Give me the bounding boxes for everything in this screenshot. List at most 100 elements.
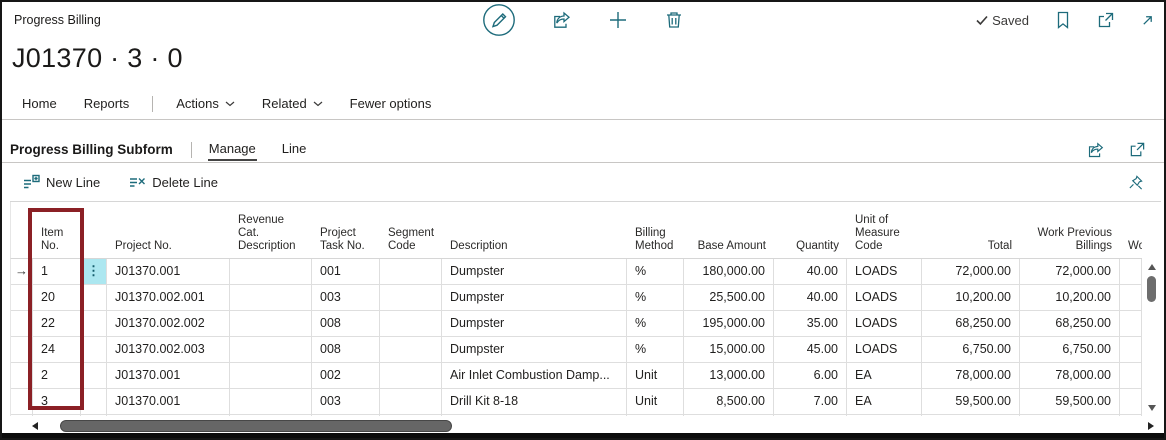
cell-task_no[interactable]: 002 bbox=[312, 363, 380, 388]
cell-description[interactable]: Dumpster bbox=[442, 259, 627, 284]
row-options-cell[interactable] bbox=[81, 311, 107, 336]
cell-revenue_cat[interactable] bbox=[230, 285, 312, 310]
row-selector-cell[interactable] bbox=[11, 311, 33, 336]
column-header-item_no[interactable]: Item No. bbox=[33, 227, 81, 258]
open-in-window-icon[interactable] bbox=[1097, 11, 1115, 29]
cell-method[interactable]: Unit bbox=[627, 389, 684, 414]
column-header-base_amount[interactable]: Base Amount bbox=[684, 240, 774, 258]
cell-task_no[interactable]: 003 bbox=[312, 285, 380, 310]
cell-description[interactable]: Dumpster bbox=[442, 337, 627, 362]
row-selector-cell[interactable] bbox=[11, 285, 33, 310]
cell-work_prev[interactable]: 59,500.00 bbox=[1020, 389, 1120, 414]
cell-item_no[interactable]: 3 bbox=[33, 389, 81, 414]
menu-item-home[interactable]: Home bbox=[22, 96, 57, 111]
share-icon[interactable] bbox=[1087, 141, 1105, 159]
cell-base_amount[interactable]: 25,500.00 bbox=[684, 285, 774, 310]
cell-stub[interactable] bbox=[1120, 415, 1142, 416]
row-options-cell[interactable] bbox=[81, 415, 107, 416]
cell-uom[interactable]: EA bbox=[847, 389, 922, 414]
cell-project_no[interactable]: J01370.002.001 bbox=[107, 285, 230, 310]
cell-segment[interactable] bbox=[380, 415, 442, 416]
row-selector-cell[interactable]: → bbox=[11, 259, 33, 284]
delete-icon[interactable] bbox=[664, 10, 684, 30]
cell-total[interactable]: 72,000.00 bbox=[922, 259, 1020, 284]
cell-quantity[interactable]: 5.00 bbox=[774, 415, 847, 416]
menu-item-reports[interactable]: Reports bbox=[84, 96, 130, 111]
cell-uom[interactable]: EA bbox=[847, 363, 922, 388]
cell-work_prev[interactable]: 78,000.00 bbox=[1020, 363, 1120, 388]
cell-quantity[interactable]: 6.00 bbox=[774, 363, 847, 388]
cell-total[interactable]: 78,000.00 bbox=[922, 363, 1020, 388]
cell-base_amount[interactable]: 195,000.00 bbox=[684, 311, 774, 336]
column-header-opt[interactable] bbox=[81, 253, 107, 258]
cell-uom[interactable]: LOADS bbox=[847, 311, 922, 336]
menu-item-actions[interactable]: Actions bbox=[176, 96, 235, 111]
column-header-project_no[interactable]: Project No. bbox=[107, 240, 230, 258]
cell-base_amount[interactable]: 15,000.00 bbox=[684, 337, 774, 362]
column-header-work_prev[interactable]: Work Previous Billings bbox=[1020, 227, 1120, 258]
scroll-right-icon[interactable] bbox=[1148, 422, 1154, 430]
tab-line[interactable]: Line bbox=[281, 138, 308, 161]
cell-item_no[interactable]: 13 bbox=[33, 415, 81, 416]
cell-total[interactable]: 6,750.00 bbox=[922, 337, 1020, 362]
cell-method[interactable]: % bbox=[627, 337, 684, 362]
cell-method[interactable]: Unit bbox=[627, 415, 684, 416]
cell-description[interactable]: Air Inlet Combustion Damp... bbox=[442, 363, 627, 388]
cell-project_no[interactable]: J01370.002.002 bbox=[107, 311, 230, 336]
cell-method[interactable]: % bbox=[627, 311, 684, 336]
cell-stub[interactable] bbox=[1120, 337, 1142, 362]
column-header-total[interactable]: Total bbox=[922, 240, 1020, 258]
cell-quantity[interactable]: 35.00 bbox=[774, 311, 847, 336]
cell-work_prev[interactable]: 72,000.00 bbox=[1020, 259, 1120, 284]
menu-item-related[interactable]: Related bbox=[262, 96, 323, 111]
cell-total[interactable]: 59,500.00 bbox=[922, 389, 1020, 414]
share-icon[interactable] bbox=[552, 10, 572, 30]
cell-work_prev[interactable]: 6,750.00 bbox=[1020, 337, 1120, 362]
row-selector-cell[interactable] bbox=[11, 337, 33, 362]
column-header-sel[interactable] bbox=[11, 253, 33, 258]
horizontal-scrollbar-track[interactable] bbox=[46, 419, 1140, 433]
cell-total[interactable]: 68,250.00 bbox=[922, 311, 1020, 336]
cell-project_no[interactable]: J01370.002.003 bbox=[107, 337, 230, 362]
column-header-revenue_cat[interactable]: Revenue Cat. Description bbox=[230, 214, 312, 258]
column-header-stub[interactable]: Wor bbox=[1120, 240, 1142, 258]
cell-work_prev[interactable]: 10,200.00 bbox=[1020, 285, 1120, 310]
edit-icon[interactable] bbox=[482, 3, 516, 37]
cell-item_no[interactable]: 20 bbox=[33, 285, 81, 310]
cell-uom[interactable]: LOADS bbox=[847, 285, 922, 310]
menu-item-fewer-options[interactable]: Fewer options bbox=[350, 96, 432, 111]
column-header-quantity[interactable]: Quantity bbox=[774, 240, 847, 258]
row-options-cell[interactable] bbox=[81, 363, 107, 388]
cell-revenue_cat[interactable] bbox=[230, 259, 312, 284]
column-header-task_no[interactable]: Project Task No. bbox=[312, 227, 380, 258]
column-header-method[interactable]: Billing Method bbox=[627, 227, 684, 258]
scroll-down-icon[interactable] bbox=[1148, 405, 1156, 411]
cell-method[interactable]: % bbox=[627, 285, 684, 310]
cell-stub[interactable] bbox=[1120, 311, 1142, 336]
cell-segment[interactable] bbox=[380, 259, 442, 284]
expand-header-icon[interactable] bbox=[1141, 14, 1154, 27]
cell-revenue_cat[interactable] bbox=[230, 311, 312, 336]
cell-uom[interactable]: EA bbox=[847, 415, 922, 416]
cell-base_amount[interactable]: 13,000.00 bbox=[684, 363, 774, 388]
horizontal-scrollbar-thumb[interactable] bbox=[60, 420, 452, 432]
row-options-cell[interactable] bbox=[81, 285, 107, 310]
cell-segment[interactable] bbox=[380, 363, 442, 388]
cell-base_amount[interactable]: 8,500.00 bbox=[684, 389, 774, 414]
cell-description[interactable]: Dumpster bbox=[442, 311, 627, 336]
cell-stub[interactable] bbox=[1120, 285, 1142, 310]
cell-segment[interactable] bbox=[380, 311, 442, 336]
cell-task_no[interactable]: 003 bbox=[312, 415, 380, 416]
cell-revenue_cat[interactable] bbox=[230, 415, 312, 416]
row-options-cell[interactable] bbox=[81, 389, 107, 414]
cell-revenue_cat[interactable] bbox=[230, 363, 312, 388]
column-header-description[interactable]: Description bbox=[442, 240, 627, 258]
scroll-up-icon[interactable] bbox=[1148, 264, 1156, 270]
delete-line-button[interactable]: Delete Line bbox=[128, 173, 218, 191]
unpin-icon[interactable] bbox=[1127, 174, 1144, 191]
cell-uom[interactable]: LOADS bbox=[847, 259, 922, 284]
row-options-cell[interactable] bbox=[81, 337, 107, 362]
cell-stub[interactable] bbox=[1120, 259, 1142, 284]
cell-uom[interactable]: LOADS bbox=[847, 337, 922, 362]
cell-task_no[interactable]: 003 bbox=[312, 389, 380, 414]
